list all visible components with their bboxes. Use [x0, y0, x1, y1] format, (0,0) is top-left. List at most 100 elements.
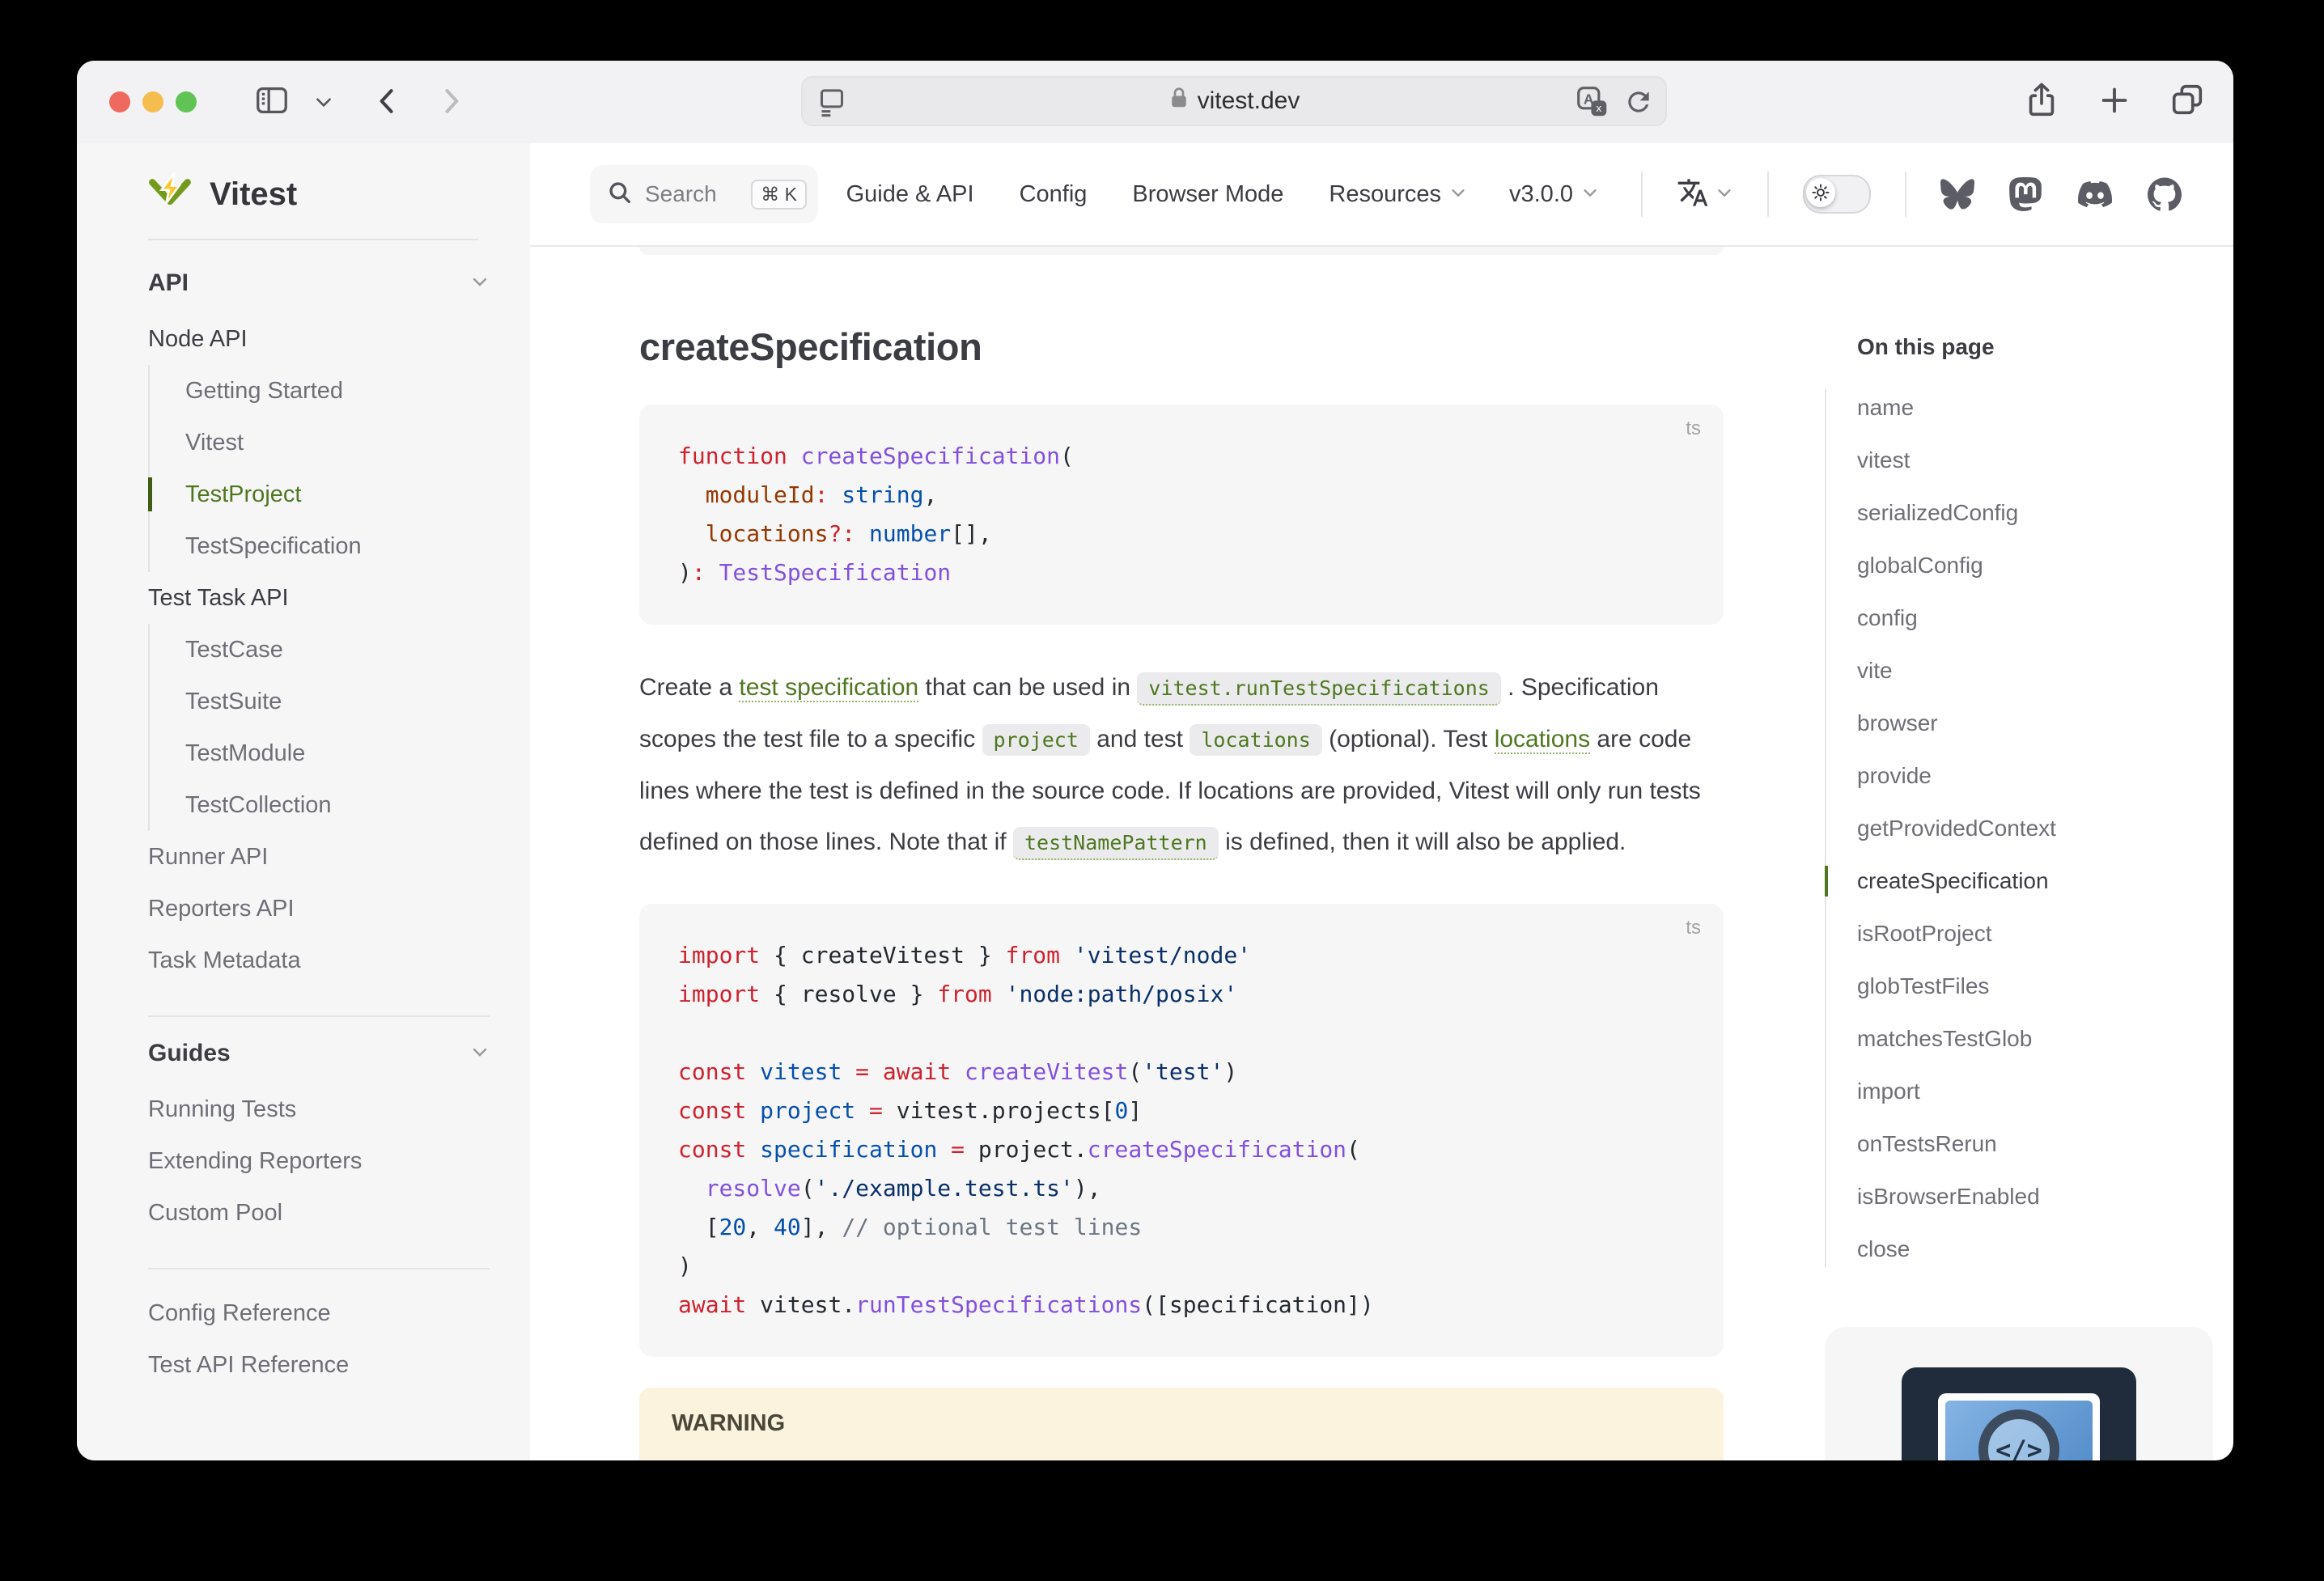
- toc-item-globtestfiles[interactable]: globTestFiles: [1825, 960, 2229, 1012]
- sidebar-item-testcase[interactable]: TestCase: [148, 624, 490, 676]
- nav-link-config[interactable]: Config: [1020, 181, 1088, 208]
- sidebar-group-header-guides[interactable]: Guides: [148, 1035, 490, 1072]
- toc-item-close[interactable]: close: [1825, 1223, 2229, 1275]
- code-line: [678, 1014, 1685, 1053]
- toc-title: On this page: [1825, 334, 2229, 360]
- address-bar[interactable]: vitest.dev A x: [801, 76, 1667, 126]
- zoom-window-button[interactable]: [176, 91, 197, 112]
- nav-link-guide-api[interactable]: Guide & API: [846, 181, 974, 208]
- sidebar-nav: API Node APIGetting StartedVitestTestProj…: [148, 265, 490, 1391]
- reload-icon[interactable]: [1623, 87, 1654, 121]
- nav-version-dropdown[interactable]: v3.0.0: [1509, 181, 1599, 208]
- sidebar-group: Guides Running TestsExtending ReportersCu…: [148, 1015, 490, 1239]
- minimize-window-button[interactable]: [142, 91, 163, 112]
- code-line: const vitest = await createVitest('test'…: [678, 1053, 1685, 1091]
- screen: vitest.dev A x: [0, 0, 2324, 1581]
- text-link[interactable]: locations: [1495, 726, 1590, 754]
- toc-item-config[interactable]: config: [1825, 591, 2229, 644]
- share-icon[interactable]: [2023, 80, 2060, 125]
- toc-item-isrootproject[interactable]: isRootProject: [1825, 907, 2229, 960]
- sidebar-item-testproject[interactable]: TestProject: [148, 468, 490, 520]
- svg-text:x: x: [1597, 102, 1602, 114]
- code-block-signature[interactable]: ts function createSpecification( moduleI…: [639, 405, 1724, 625]
- toc-item-import[interactable]: import: [1825, 1065, 2229, 1117]
- nav-version-label: v3.0.0: [1509, 181, 1573, 208]
- translate-page-icon[interactable]: A x: [1575, 84, 1610, 124]
- search-shortcut: ⌘ K: [751, 180, 807, 210]
- code-line: function createSpecification(: [678, 437, 1685, 476]
- page-title: createSpecification: [639, 324, 1724, 369]
- toc-item-isbrowserenabled[interactable]: isBrowserEnabled: [1825, 1170, 2229, 1223]
- previous-code-block-edge: [639, 247, 1724, 255]
- sidebar-toggle-icon[interactable]: [253, 82, 290, 119]
- sidebar-item-test-task-api[interactable]: Test Task API: [148, 572, 490, 624]
- nav-resources-dropdown[interactable]: Resources: [1329, 181, 1467, 208]
- toolbar-chevron-down-icon[interactable]: [313, 91, 334, 112]
- sponsor-card[interactable]: </>: [1825, 1327, 2213, 1460]
- language-icon: [1677, 176, 1709, 213]
- toc-item-provide[interactable]: provide: [1825, 749, 2229, 802]
- code-line: [20, 40], // optional test lines: [678, 1208, 1685, 1247]
- toc-item-vitest[interactable]: vitest: [1825, 434, 2229, 486]
- reader-icon[interactable]: [816, 86, 848, 122]
- toc-item-matchestestglob[interactable]: matchesTestGlob: [1825, 1012, 2229, 1065]
- sidebar-group-header-api[interactable]: API: [148, 265, 490, 302]
- forward-icon[interactable]: [433, 82, 469, 121]
- sidebar-group-title: Guides: [148, 1040, 231, 1067]
- sidebar-item-test-api-reference[interactable]: Test API Reference: [148, 1339, 490, 1391]
- toc-item-name[interactable]: name: [1825, 381, 2229, 434]
- toc-item-vite[interactable]: vite: [1825, 644, 2229, 697]
- toc-item-createspecification[interactable]: createSpecification: [1825, 854, 2229, 907]
- sun-icon: [1806, 178, 1835, 207]
- search-placeholder: Search: [645, 181, 740, 207]
- lock-icon: [1168, 86, 1190, 117]
- sidebar-item-task-metadata[interactable]: Task Metadata: [148, 935, 490, 986]
- toc-item-getprovidedcontext[interactable]: getProvidedContext: [1825, 802, 2229, 854]
- sidebar-item-custom-pool[interactable]: Custom Pool: [148, 1187, 490, 1239]
- new-tab-icon[interactable]: [2096, 80, 2133, 125]
- toc-item-browser[interactable]: browser: [1825, 697, 2229, 749]
- code-line: import { resolve } from 'node:path/posix…: [678, 975, 1685, 1014]
- code-block-example[interactable]: ts import { createVitest } from 'vitest/…: [639, 904, 1724, 1357]
- discord-icon[interactable]: [2076, 177, 2114, 211]
- theme-toggle[interactable]: [1803, 175, 1871, 214]
- warning-callout: WARNING createSpecification expects reso…: [639, 1388, 1724, 1460]
- sidebar-item-running-tests[interactable]: Running Tests: [148, 1083, 490, 1135]
- toc-item-ontestsrerun[interactable]: onTestsRerun: [1825, 1117, 2229, 1170]
- toc-item-globalconfig[interactable]: globalConfig: [1825, 539, 2229, 591]
- code-line: const specification = project.createSpec…: [678, 1130, 1685, 1169]
- bluesky-icon[interactable]: [1940, 177, 1974, 211]
- sidebar-item-config-reference[interactable]: Config Reference: [148, 1287, 490, 1339]
- tab-overview-icon[interactable]: [2169, 80, 2206, 125]
- sidebar-item-runner-api[interactable]: Runner API: [148, 831, 490, 883]
- sidebar-item-vitest[interactable]: Vitest: [148, 417, 490, 468]
- nav-link-browser-mode[interactable]: Browser Mode: [1132, 181, 1283, 208]
- sidebar-item-node-api[interactable]: Node API: [148, 313, 490, 365]
- traffic-lights: [109, 91, 197, 112]
- doc-content: createSpecification ts function createSp…: [639, 247, 1724, 1460]
- sidebar-divider: [148, 239, 478, 240]
- language-switcher[interactable]: [1677, 176, 1733, 213]
- sidebar-item-testsuite[interactable]: TestSuite: [148, 676, 490, 727]
- github-icon[interactable]: [2148, 177, 2182, 211]
- warning-body: createSpecification expects resolved mod…: [672, 1451, 1691, 1460]
- code-line: resolve('./example.test.ts'),: [678, 1169, 1685, 1208]
- inline-code-link[interactable]: testNamePattern: [1013, 827, 1219, 860]
- code-line: const project = vitest.projects[0]: [678, 1091, 1685, 1130]
- toc-item-serializedconfig[interactable]: serializedConfig: [1825, 486, 2229, 539]
- brand[interactable]: Vitest: [146, 169, 297, 220]
- text-link[interactable]: test specification: [739, 674, 918, 702]
- sidebar-item-getting-started[interactable]: Getting Started: [148, 365, 490, 417]
- sidebar-group: API Node APIGetting StartedVitestTestProj…: [148, 265, 490, 986]
- search-box[interactable]: Search ⌘ K: [590, 165, 818, 223]
- sidebar-item-testspecification[interactable]: TestSpecification: [148, 520, 490, 572]
- sidebar-item-testmodule[interactable]: TestModule: [148, 727, 490, 779]
- back-icon[interactable]: [370, 82, 405, 121]
- close-window-button[interactable]: [109, 91, 130, 112]
- mastodon-icon[interactable]: [2008, 177, 2042, 211]
- brand-name: Vitest: [210, 176, 297, 213]
- sidebar-item-reporters-api[interactable]: Reporters API: [148, 883, 490, 935]
- sidebar-item-testcollection[interactable]: TestCollection: [148, 779, 490, 831]
- sidebar-item-extending-reporters[interactable]: Extending Reporters: [148, 1135, 490, 1187]
- inline-code-link[interactable]: vitest.runTestSpecifications: [1137, 672, 1500, 706]
